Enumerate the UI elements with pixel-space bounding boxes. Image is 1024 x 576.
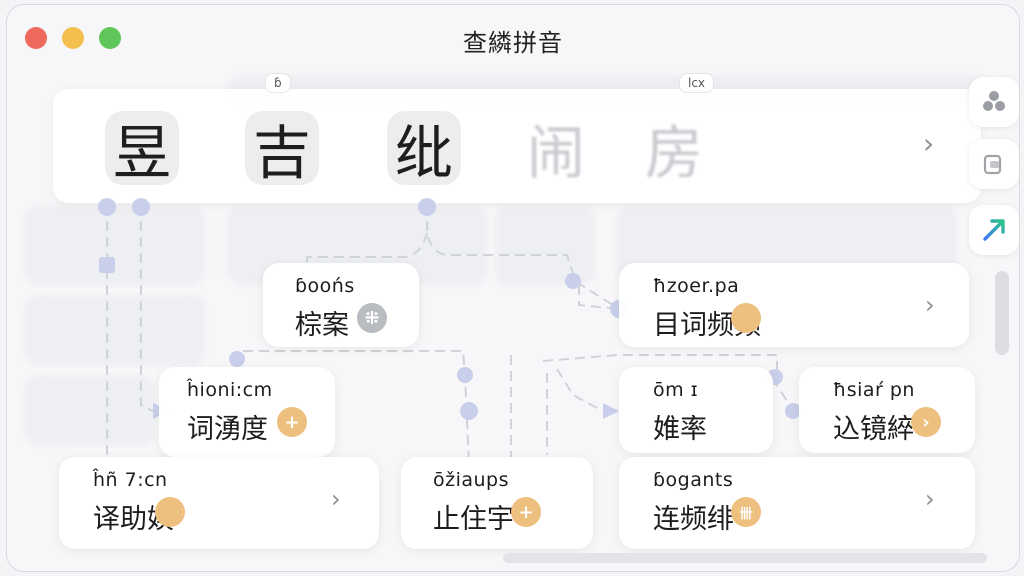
pinyin-card[interactable]: ōžiaups 止住宇 + (401, 457, 593, 549)
pinyin-text: ĥñ 7:cn (93, 469, 168, 491)
word-text: 连频绯 (653, 504, 734, 535)
pinyin-card[interactable]: ĥñ 7:cn 译助娱 › (59, 457, 379, 549)
chevron-right-icon[interactable]: › (925, 291, 935, 319)
pinyin-badge-icon: 卌 (731, 497, 761, 527)
pinyin-text: ōm ɪ (653, 379, 699, 401)
horizontal-scrollbar[interactable] (503, 553, 987, 563)
pinyin-card[interactable]: ōm ɪ 婎率 (619, 367, 773, 453)
pinyin-text: ħsiaŕ pn (833, 379, 915, 401)
plus-icon[interactable]: + (511, 497, 541, 527)
word-text: 止住宇 (433, 504, 514, 535)
pinyin-text: ħzoer.pa (653, 275, 740, 297)
pinyin-text: ɓoońs (295, 275, 355, 297)
pinyin-badge-icon: ⁜ (357, 303, 387, 333)
word-text: 词湧度 (187, 414, 268, 445)
app-window: 查繗拼音 昱 吉 纰 闹 房 › ɓ lcx ɓoońs 棕案 ⁜ ħzoer.… (6, 4, 1020, 572)
word-text: 込镜綷 (833, 414, 914, 445)
pinyin-badge-icon (155, 497, 185, 527)
word-text: 婎率 (653, 414, 707, 445)
word-text: 棕案 (295, 310, 349, 341)
pinyin-card[interactable]: ĥioni:cm 词湧度 + (159, 367, 335, 457)
pinyin-text: ĥioni:cm (187, 379, 273, 401)
chevron-right-icon[interactable]: › (925, 485, 935, 513)
pinyin-card[interactable]: ɓogants 连频绯 卌 › (619, 457, 975, 549)
pinyin-card[interactable]: ħzoer.pa 目词频频 › (619, 263, 969, 347)
pinyin-text: ɓogants (653, 469, 734, 491)
pinyin-text: ōžiaups (433, 469, 510, 491)
chevron-right-icon[interactable]: › (331, 485, 341, 513)
plus-icon[interactable]: + (277, 407, 307, 437)
arrow-badge-icon: › (911, 407, 941, 437)
pinyin-card[interactable]: ħsiaŕ pn 込镜綷 › (799, 367, 975, 453)
pinyin-card[interactable]: ɓoońs 棕案 ⁜ (263, 263, 419, 347)
pinyin-badge-icon (731, 303, 761, 333)
